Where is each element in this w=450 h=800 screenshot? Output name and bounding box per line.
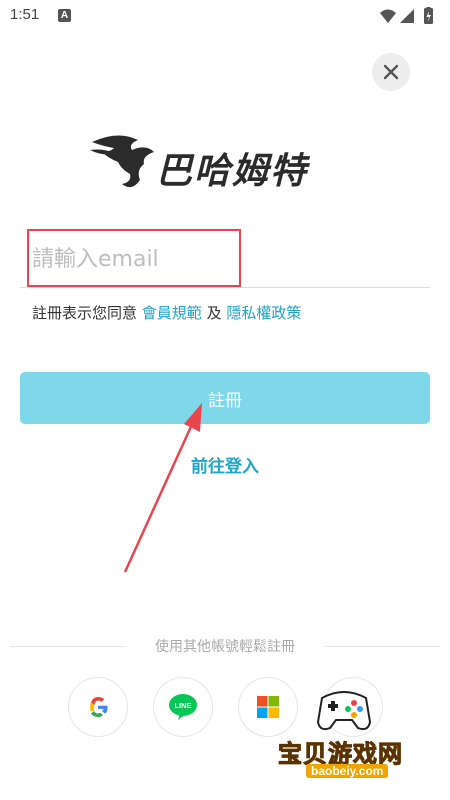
register-button[interactable]: 註冊 bbox=[20, 372, 430, 424]
google-login-button[interactable] bbox=[68, 677, 128, 737]
member-rules-link[interactable]: 會員規範 bbox=[142, 304, 202, 322]
watermark-url: baobeiy.com bbox=[306, 764, 389, 778]
status-time: 1:51 bbox=[10, 6, 40, 23]
terms-prefix: 註冊表示您同意 bbox=[32, 304, 138, 322]
logo-text: 巴哈姆特 bbox=[156, 151, 309, 192]
bahamut-logo: 巴哈姆特 bbox=[88, 130, 338, 196]
notification-icon: A bbox=[58, 9, 71, 22]
line-label: LINE bbox=[174, 701, 191, 710]
go-to-login-link[interactable]: 前往登入 bbox=[0, 452, 450, 477]
signal-icon bbox=[400, 9, 414, 23]
line-icon: LINE bbox=[169, 694, 197, 720]
email-field-container bbox=[20, 228, 430, 288]
google-icon bbox=[90, 697, 108, 717]
status-bar: 1:51 A bbox=[0, 0, 450, 32]
status-icons bbox=[380, 7, 433, 24]
close-button[interactable] bbox=[372, 53, 410, 91]
terms-text: 註冊表示您同意 會員規範 及 隱私權政策 bbox=[32, 302, 301, 323]
other-account-text: 使用其他帳號輕鬆註冊 bbox=[155, 639, 295, 655]
wifi-icon bbox=[380, 9, 396, 23]
terms-and: 及 bbox=[206, 304, 222, 322]
close-icon bbox=[383, 64, 399, 80]
gamepad-icon bbox=[316, 691, 372, 731]
watermark: 宝贝游戏网 baobeiy.com bbox=[270, 688, 440, 800]
email-field[interactable] bbox=[32, 242, 422, 276]
privacy-policy-link[interactable]: 隱私權政策 bbox=[226, 304, 301, 322]
dragon-logo-icon bbox=[90, 135, 154, 188]
line-login-button[interactable]: LINE bbox=[153, 677, 213, 737]
